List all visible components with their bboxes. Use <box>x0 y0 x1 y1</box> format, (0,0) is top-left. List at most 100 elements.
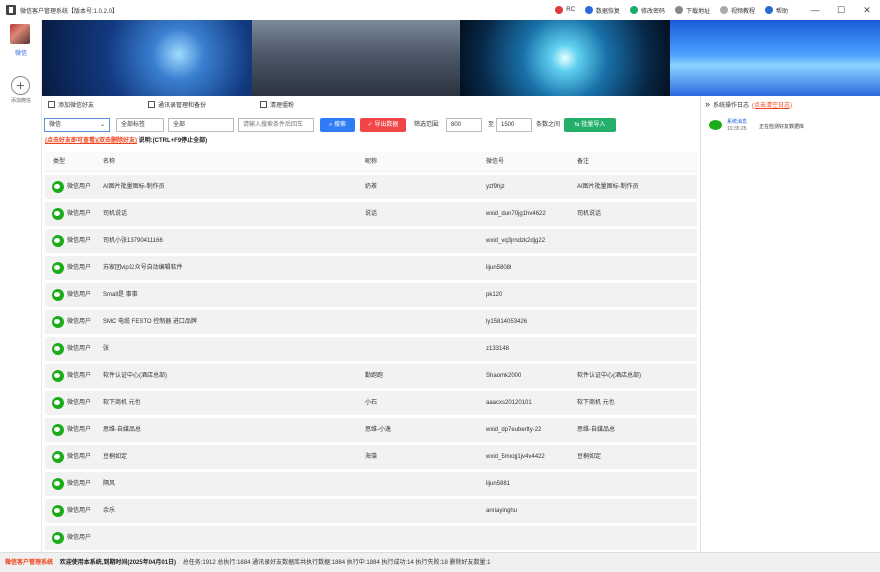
range-between-label: 条数之间 <box>536 122 561 128</box>
link-download[interactable]: 下载地址 <box>674 6 710 15</box>
link-change-password[interactable]: 修改密码 <box>629 6 665 15</box>
wechat-icon <box>52 532 64 544</box>
add-friends-icon <box>48 100 55 108</box>
banner-image-robots <box>252 20 460 96</box>
link-video-tutorial[interactable]: 视频教程 <box>719 6 755 15</box>
avatar[interactable] <box>10 24 30 44</box>
col-type-cell: 微信用户 <box>67 481 92 487</box>
notice-hint[interactable]: (点击好友即可查看)(双击删除好友) <box>45 138 137 144</box>
table-row[interactable]: 微信用户 Small是 事事 pk120 <box>45 283 697 307</box>
link-rc[interactable]: RC <box>555 6 575 14</box>
col-wxid-cell: Shaomk2000 <box>486 373 522 379</box>
log-item-message: 正在检测好友数据库 <box>759 124 805 130</box>
col-wxid-cell: wxid_vq3jrndzk2djg22 <box>486 238 546 244</box>
col-wxid-cell: wxid_dp7euberlty-22 <box>486 427 542 433</box>
notice-shortcut: 说明:(CTRL+F9停止全部) <box>138 138 208 144</box>
table-row[interactable]: 微信用户 AI图片批量图标-制作员 奶茶 yzf9hjz AI图片批量图标-制作员 <box>45 175 697 199</box>
log-panel: » 系统操作日志 (点击清空日志) 系统消息 10:35:25 正在检测好友数据… <box>700 96 880 552</box>
table-row[interactable]: 微信用户 软件认证中心(酒店总部) 勤跑跑 Shaomk2000 软件认证中心(酒店总部… <box>45 364 697 388</box>
download-icon <box>674 6 683 14</box>
col-type-cell: 微信用户 <box>67 238 92 244</box>
col-name-cell: 余乐 <box>103 508 116 514</box>
table-row[interactable]: 微信用户 SMC 电缆 FESTO 控制器 进口品牌 ly15814053426 <box>45 310 697 334</box>
scope-select[interactable]: 全部 <box>168 118 234 132</box>
range-from-input[interactable]: 800 <box>446 118 482 132</box>
wechat-icon <box>52 289 64 301</box>
col-type-cell: 微信用户 <box>67 346 92 352</box>
chevron-down-icon: ⌄ <box>99 122 105 128</box>
col-wxid-cell: ly15814053426 <box>486 319 528 325</box>
app-icon <box>6 5 16 15</box>
wechat-icon <box>52 262 64 274</box>
col-nick[interactable]: 昵称 <box>365 152 377 172</box>
table-row[interactable]: 微信用户 软下商机 元也 小石 aaacxs20120101 软下商机 元也 <box>45 391 697 415</box>
minimize-button[interactable]: — <box>802 0 828 20</box>
banner-image-tech-eye <box>460 20 670 96</box>
table-row[interactable]: 微信用户 豆桐如定 海藻 wxid_5mxqj1jv4v4422 豆桐如定 <box>45 445 697 469</box>
table-row[interactable]: 微信用户 隔风 lijun5881 <box>45 472 697 496</box>
batch-import-button[interactable]: ⇆ 批量导入 <box>564 118 616 132</box>
add-account-button[interactable]: + <box>11 76 30 95</box>
col-nick-cell: 小石 <box>365 400 378 406</box>
link-help[interactable]: 帮助 <box>764 6 788 15</box>
table-row[interactable]: 微信用户 司机小张13790411166 wxid_vq3jrndzk2djg22 <box>45 229 697 253</box>
table-row[interactable]: 微信用户 <box>45 526 697 550</box>
col-type-cell: 微信用户 <box>67 184 92 190</box>
tab-add-friends[interactable]: 添加微信好友 <box>48 100 94 109</box>
col-name-cell: 豆桐如定 <box>103 454 128 460</box>
col-name-cell: 张 <box>103 346 110 352</box>
col-name[interactable]: 名称 <box>103 152 115 172</box>
tab-clean-zombie[interactable]: 清理僵粉 <box>260 100 294 109</box>
wechat-icon <box>52 208 64 220</box>
col-type-cell: 微信用户 <box>67 535 92 541</box>
range-to-input[interactable]: 1500 <box>496 118 532 132</box>
table-row[interactable]: 微信用户 思维-自媒品总 思维-小逸 wxid_dp7euberlty-22 思维-自媒… <box>45 418 697 442</box>
status-brand: 微信客户管理系统 <box>5 560 54 566</box>
search-input[interactable] <box>238 118 314 132</box>
col-nick-cell: 思维-小逸 <box>365 427 391 433</box>
col-wxid-cell: wxid_5mxqj1jv4v4422 <box>486 454 545 460</box>
log-item: 系统消息 10:35:25 正在检测好友数据库 <box>709 118 869 134</box>
col-wxid-cell: wxid_dun70jg1hv4622 <box>486 211 546 217</box>
status-bar: 微信客户管理系统 欢迎使用本系统,到期时间(2025年04月01日) 总任务:1… <box>0 552 880 572</box>
filter-range-label: 筛选范围: <box>414 122 440 128</box>
col-type-cell: 微信用户 <box>67 265 92 271</box>
chevron-icon[interactable]: » <box>705 99 710 109</box>
search-button[interactable]: ⌕ 搜索 <box>320 118 355 132</box>
col-name-cell: 司机小张13790411166 <box>103 238 163 244</box>
title-links: RC 数据恢复 修改密码 下载地址 视频教程 帮助 <box>555 0 788 20</box>
wechat-icon <box>709 120 722 130</box>
col-type[interactable]: 类型 <box>53 152 65 172</box>
left-sidebar: 微信 + 添加微信 <box>0 20 42 552</box>
clean-icon <box>260 100 268 108</box>
window-title: 微信客户管理系统【版本号:1.0.2.0】 <box>20 8 119 15</box>
col-wxid-cell: aaacxs20120101 <box>486 400 532 406</box>
table-row[interactable]: 微信用户 司机说话 说话 wxid_dun70jg1hv4622 司机说话 <box>45 202 697 226</box>
tag-select[interactable]: 全部标签 <box>116 118 164 132</box>
table-row[interactable]: 微信用户 张 z133148 <box>45 337 697 361</box>
col-wxid-cell: lijun5881 <box>486 481 511 487</box>
function-tabs: 添加微信好友 通讯录管理和备份 清理僵粉 <box>42 97 698 111</box>
col-name-cell: 司机说话 <box>103 211 128 217</box>
friends-table: 类型 名称 昵称 微信号 备注 微信用户 AI图片批量图标-制作员 奶茶 yzf9hj… <box>45 152 697 552</box>
table-row[interactable]: 微信用户 余乐 anriayinghu <box>45 499 697 523</box>
col-remark-cell: 软件认证中心(酒店总部) <box>577 373 641 379</box>
col-nick-cell: 说话 <box>365 211 378 217</box>
maximize-button[interactable]: ☐ <box>828 0 854 20</box>
account-label[interactable]: 微信 <box>0 48 42 57</box>
type-select[interactable]: 微信 ⌄ <box>44 118 110 132</box>
col-remark[interactable]: 备注 <box>577 152 589 172</box>
col-remark-cell: AI图片批量图标-制作员 <box>577 184 639 190</box>
close-button[interactable]: ✕ <box>854 0 880 20</box>
wechat-icon <box>52 424 64 436</box>
export-button[interactable]: ✓ 导出数据 <box>360 118 406 132</box>
col-name-cell: 思维-自媒品总 <box>103 427 141 433</box>
col-name-cell: 软下商机 元也 <box>103 400 141 406</box>
tab-contacts-backup[interactable]: 通讯录管理和备份 <box>148 100 206 109</box>
clear-log-link[interactable]: (点击清空日志) <box>752 100 792 109</box>
link-data-recovery[interactable]: 数据恢复 <box>584 6 620 15</box>
log-title: 系统操作日志 <box>713 102 750 109</box>
table-row[interactable]: 微信用户 苏家团vip公众号自动编辑软件 lijun5808l <box>45 256 697 280</box>
col-name-cell: 隔风 <box>103 481 116 487</box>
col-wxid[interactable]: 微信号 <box>486 152 504 172</box>
